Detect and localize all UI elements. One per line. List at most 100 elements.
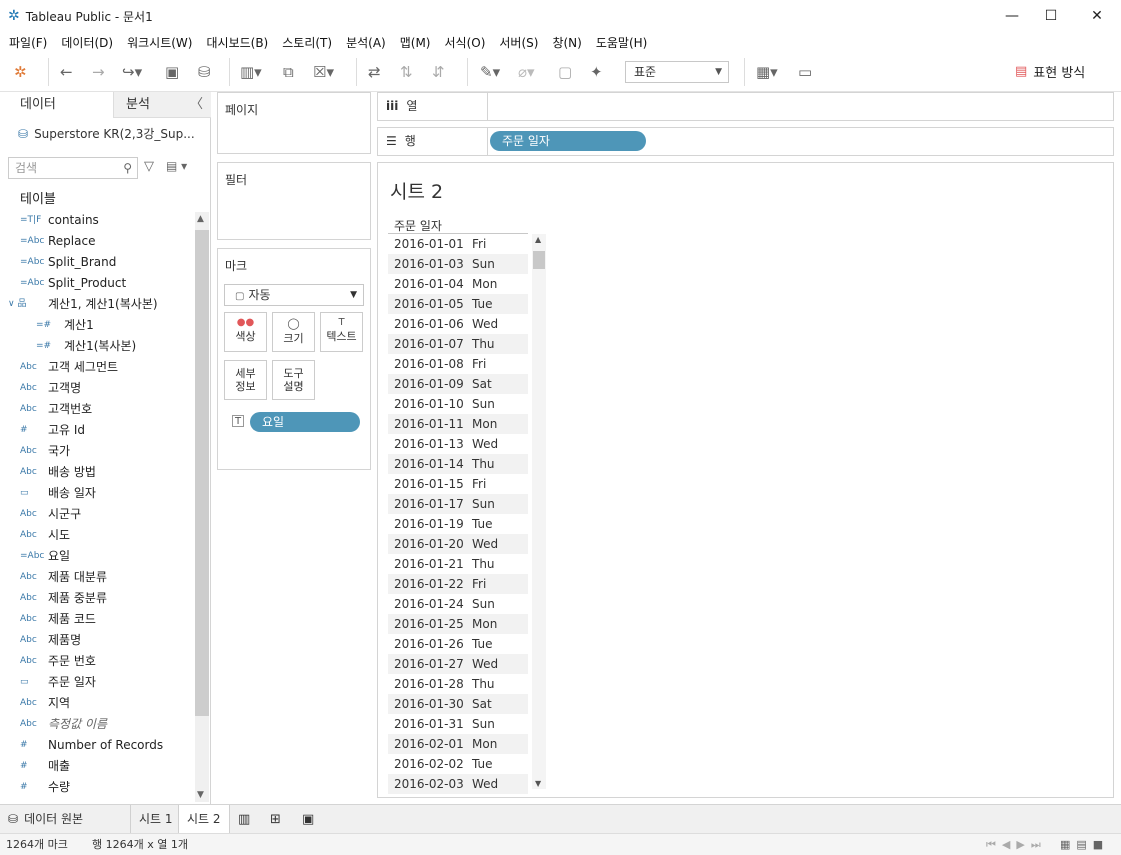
table-row[interactable]: 2016-01-06 Wed xyxy=(388,314,528,334)
field-item[interactable]: Abc 주문 번호 xyxy=(0,651,194,672)
size-button[interactable]: ◯ 크기 xyxy=(272,312,315,352)
collapse-icon[interactable]: 〈 xyxy=(190,92,203,118)
field-item[interactable]: =# 계산1(복사본) xyxy=(0,336,194,357)
tableau-home-icon[interactable]: ✲ xyxy=(14,62,27,82)
tab-sheet1[interactable]: 시트 1 xyxy=(130,805,181,834)
new-dashboard-tab-icon[interactable]: ⊞ xyxy=(262,805,289,834)
duplicate-sheet-button[interactable]: ⧉ xyxy=(283,62,294,82)
menu-item[interactable]: 파일(F) xyxy=(9,34,47,51)
field-item[interactable]: Abc 제품 대분류 xyxy=(0,567,194,588)
field-item[interactable]: # 수량 xyxy=(0,777,194,798)
table-row[interactable]: 2016-01-22 Fri xyxy=(388,574,528,594)
field-item[interactable]: Abc 측정값 이름 xyxy=(0,714,194,735)
presentation-icon[interactable]: ▭ xyxy=(798,62,812,82)
field-item[interactable]: ▭ 주문 일자 xyxy=(0,672,194,693)
field-item[interactable]: =Abc Split_Product xyxy=(0,273,194,294)
menu-item[interactable]: 분석(A) xyxy=(346,34,386,51)
menu-item[interactable]: 데이터(D) xyxy=(61,34,113,51)
group-icon[interactable]: ⌀▾ xyxy=(518,62,535,82)
table-scrollbar[interactable]: ▲ ▼ xyxy=(532,234,546,789)
rows-shelf[interactable]: ☰ 행 주문 일자 xyxy=(377,127,1114,156)
sort-desc-icon[interactable]: ⇵ xyxy=(432,62,445,82)
field-item[interactable]: Abc 고객 세그먼트 xyxy=(0,357,194,378)
menu-item[interactable]: 도움말(H) xyxy=(596,34,648,51)
table-row[interactable]: 2016-01-15 Fri xyxy=(388,474,528,494)
mark-type-dropdown[interactable]: ▢ 자동 ▼ xyxy=(224,284,364,306)
field-item[interactable]: =T|F contains xyxy=(0,210,194,231)
field-item[interactable]: =Abc Replace xyxy=(0,231,194,252)
tab-analysis[interactable]: 분석 〈 xyxy=(113,92,211,118)
sort-asc-icon[interactable]: ⇅ xyxy=(400,62,413,82)
table-row[interactable]: 2016-01-09 Sat xyxy=(388,374,528,394)
field-item[interactable]: ∨ 品 계산1, 계산1(복사본) xyxy=(0,294,194,315)
field-item[interactable]: Abc 시군구 xyxy=(0,504,194,525)
menu-item[interactable]: 스토리(T) xyxy=(282,34,332,51)
table-row[interactable]: 2016-01-20 Wed xyxy=(388,534,528,554)
field-item[interactable]: # 고유 Id xyxy=(0,420,194,441)
new-worksheet-tab-icon[interactable]: ▥ xyxy=(230,805,258,834)
sheet-view-icons[interactable]: ▦▤■ xyxy=(1060,834,1109,855)
table-row[interactable]: 2016-02-02 Tue xyxy=(388,754,528,774)
show-me-button[interactable]: ▤ 표현 방식 xyxy=(1015,62,1085,81)
table-row[interactable]: 2016-01-17 Sun xyxy=(388,494,528,514)
close-button[interactable]: ✕ xyxy=(1074,0,1120,32)
new-worksheet-button[interactable]: ▥▾ xyxy=(240,62,262,82)
field-item[interactable]: =# 계산1 xyxy=(0,315,194,336)
maximize-button[interactable]: ☐ xyxy=(1028,0,1074,32)
text-pill-weekday[interactable]: 요일 xyxy=(250,412,360,432)
field-item[interactable]: Abc 배송 방법 xyxy=(0,462,194,483)
menu-item[interactable]: 맵(M) xyxy=(400,34,431,51)
table-row[interactable]: 2016-02-03 Wed xyxy=(388,774,528,794)
field-item[interactable]: Abc 지역 xyxy=(0,693,194,714)
table-row[interactable]: 2016-01-07 Thu xyxy=(388,334,528,354)
clear-sheet-button[interactable]: ☒▾ xyxy=(313,62,334,82)
field-item[interactable]: Abc 제품명 xyxy=(0,630,194,651)
field-item[interactable]: Abc 고객명 xyxy=(0,378,194,399)
table-row[interactable]: 2016-01-31 Sun xyxy=(388,714,528,734)
field-item[interactable]: # 매출 xyxy=(0,756,194,777)
table-row[interactable]: 2016-01-19 Tue xyxy=(388,514,528,534)
menu-item[interactable]: 대시보드(B) xyxy=(206,34,268,51)
field-item[interactable]: =Abc 요일 xyxy=(0,546,194,567)
table-row[interactable]: 2016-01-04 Mon xyxy=(388,274,528,294)
table-row[interactable]: 2016-01-25 Mon xyxy=(388,614,528,634)
menu-item[interactable]: 서식(O) xyxy=(445,34,486,51)
table-row[interactable]: 2016-01-30 Sat xyxy=(388,694,528,714)
save-icon[interactable]: ▣ xyxy=(165,62,179,82)
rows-pill-order-date[interactable]: 주문 일자 xyxy=(490,131,646,151)
swap-icon[interactable]: ⇄ xyxy=(368,62,381,82)
table-row[interactable]: 2016-01-05 Tue xyxy=(388,294,528,314)
table-row[interactable]: 2016-01-10 Sun xyxy=(388,394,528,414)
field-item[interactable]: Abc 국가 xyxy=(0,441,194,462)
table-row[interactable]: 2016-01-14 Thu xyxy=(388,454,528,474)
table-row[interactable]: 2016-01-24 Sun xyxy=(388,594,528,614)
view-options-icon[interactable]: ▤ ▾ xyxy=(166,159,187,173)
column-header[interactable]: 주문 일자 xyxy=(388,217,528,234)
detail-button[interactable]: 세부 정보 xyxy=(224,360,267,400)
table-row[interactable]: 2016-01-13 Wed xyxy=(388,434,528,454)
redo-all-button[interactable]: ↪▾ xyxy=(122,62,142,82)
table-row[interactable]: 2016-02-01 Mon xyxy=(388,734,528,754)
field-item[interactable]: Abc 제품 코드 xyxy=(0,609,194,630)
redo-button[interactable]: → xyxy=(92,62,105,82)
tab-sheet2[interactable]: 시트 2 xyxy=(178,805,230,834)
card-view-icon[interactable]: ▦▾ xyxy=(756,62,778,82)
tooltip-button[interactable]: 도구 설명 xyxy=(272,360,315,400)
datasource-row[interactable]: ⛁ Superstore KR(2,3강_Sup... xyxy=(18,125,195,142)
new-story-tab-icon[interactable]: ▣ xyxy=(294,805,322,834)
table-row[interactable]: 2016-01-08 Fri xyxy=(388,354,528,374)
field-item[interactable]: =Abc Split_Brand xyxy=(0,252,194,273)
pages-card[interactable]: 페이지 xyxy=(217,92,371,154)
field-item[interactable]: # Number of Records xyxy=(0,735,194,756)
field-item[interactable]: Abc 시도 xyxy=(0,525,194,546)
table-row[interactable]: 2016-01-28 Thu xyxy=(388,674,528,694)
field-item[interactable]: Abc 고객번호 xyxy=(0,399,194,420)
field-item[interactable]: Abc 제품 중분류 xyxy=(0,588,194,609)
table-row[interactable]: 2016-01-03 Sun xyxy=(388,254,528,274)
text-button[interactable]: T 텍스트 xyxy=(320,312,363,352)
pin-icon[interactable]: ✦ xyxy=(590,62,603,82)
filters-card[interactable]: 필터 xyxy=(217,162,371,240)
menu-item[interactable]: 워크시트(W) xyxy=(127,34,192,51)
table-row[interactable]: 2016-01-27 Wed xyxy=(388,654,528,674)
table-row[interactable]: 2016-01-11 Mon xyxy=(388,414,528,434)
